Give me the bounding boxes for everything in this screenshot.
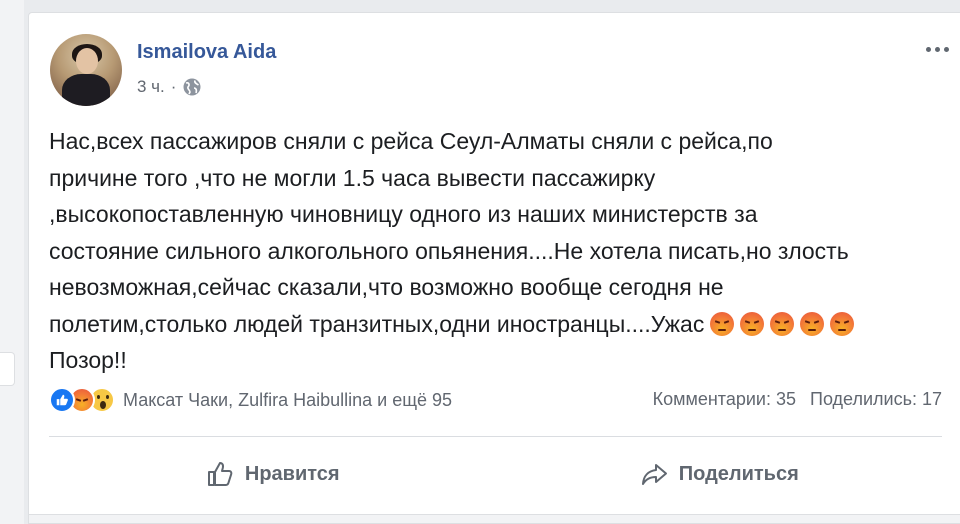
avatar-head: [76, 48, 98, 74]
post-line: полетим,столько людей транзитных,одни ин…: [49, 310, 705, 337]
post-line: состояние сильного алкогольного опьянени…: [49, 237, 849, 264]
angry-icon: [800, 311, 825, 336]
post-line: причине того ,что не могли 1.5 часа выве…: [49, 164, 656, 191]
post-line: ,высокопоставленную чиновницу одного из …: [49, 201, 758, 227]
post-body: Нас,всех пассажиров сняли с рейса Сеул-А…: [49, 123, 949, 379]
post-line-last: Позор!!: [49, 347, 127, 373]
divider: [49, 436, 942, 437]
post-timestamp[interactable]: 3 ч.: [137, 77, 165, 97]
like-button[interactable]: Нравится: [49, 449, 496, 499]
reaction-summary[interactable]: Максат Чаки, Zulfira Haibullina и ещё 95: [49, 387, 452, 413]
thumbs-up-icon: [207, 462, 233, 486]
reactors-text[interactable]: Максат Чаки, Zulfira Haibullina и ещё 95: [123, 390, 452, 411]
avatar[interactable]: [50, 34, 122, 106]
angry-icon: [710, 311, 735, 336]
angry-icon: [830, 311, 855, 336]
share-button-label: Поделиться: [678, 462, 799, 485]
meta-separator: ·: [170, 77, 177, 96]
comments-count[interactable]: Комментарии: 35: [653, 389, 796, 410]
post-card: Ismailova Aida 3 ч. · Нас,всех пассажиро…: [28, 12, 960, 524]
like-button-label: Нравится: [244, 462, 340, 485]
left-gutter: [0, 0, 24, 524]
post-meta: 3 ч. ·: [137, 77, 202, 97]
action-bar: Нравится Поделиться: [49, 449, 942, 499]
share-arrow-icon: [641, 464, 667, 485]
post-line: невозможная,сейчас сказали,что возможно …: [49, 274, 724, 300]
post-line: Нас,всех пассажиров сняли с рейса Сеул-А…: [49, 128, 773, 154]
more-options-icon[interactable]: [922, 39, 952, 59]
angry-icon: [740, 311, 765, 336]
globe-icon[interactable]: [182, 77, 202, 97]
engagement-counts: Комментарии: 35 Поделились: 17: [653, 389, 942, 410]
like-icon: [49, 387, 75, 413]
card-bottom-edge: [29, 514, 960, 523]
shares-count[interactable]: Поделились: 17: [810, 389, 942, 410]
angry-icon: [770, 311, 795, 336]
share-button[interactable]: Поделиться: [496, 449, 943, 499]
avatar-body: [62, 74, 110, 106]
sidebar-tab[interactable]: [0, 352, 15, 386]
author-name[interactable]: Ismailova Aida: [137, 41, 276, 64]
